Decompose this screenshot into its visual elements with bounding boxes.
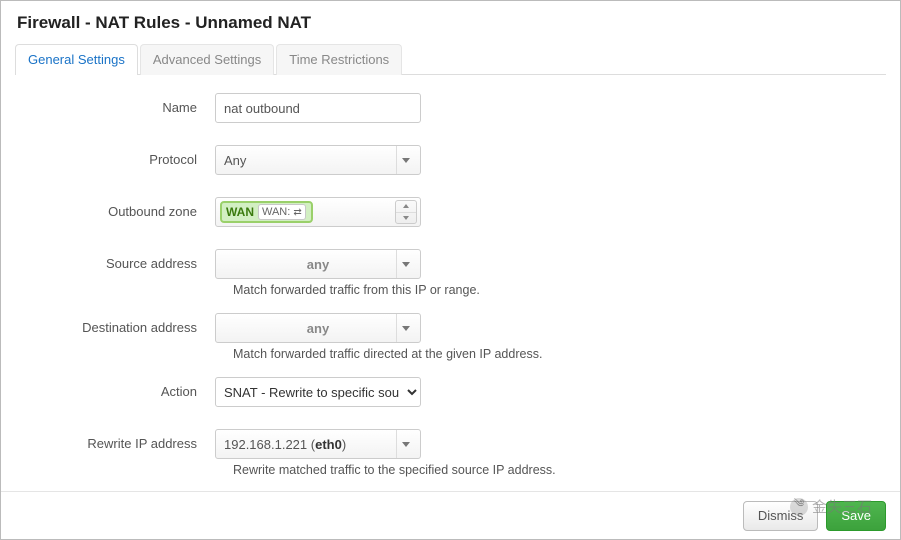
hint-destination-address: Match forwarded traffic directed at the … bbox=[233, 347, 876, 361]
page-title: Firewall - NAT Rules - Unnamed NAT bbox=[17, 13, 886, 33]
chevron-up-icon[interactable] bbox=[396, 201, 416, 213]
chevron-down-icon bbox=[396, 250, 414, 278]
rewrite-ip-value: 192.168.1.221 (eth0) bbox=[224, 437, 346, 452]
hint-source-address: Match forwarded traffic from this IP or … bbox=[233, 283, 876, 297]
label-action: Action bbox=[25, 377, 215, 399]
row-name: Name bbox=[25, 93, 876, 123]
row-outbound-zone: Outbound zone WAN WAN: ⇄ bbox=[25, 197, 876, 227]
label-source-address: Source address bbox=[25, 249, 215, 271]
source-address-select[interactable]: any bbox=[215, 249, 421, 279]
chevron-down-icon[interactable] bbox=[396, 213, 416, 224]
label-destination-address: Destination address bbox=[25, 313, 215, 335]
interface-chip: WAN: ⇄ bbox=[258, 204, 306, 220]
source-address-value: any bbox=[307, 257, 329, 272]
modal-firewall-nat: Firewall - NAT Rules - Unnamed NAT Gener… bbox=[0, 0, 901, 540]
action-select[interactable]: SNAT - Rewrite to specific source IP or … bbox=[215, 377, 421, 407]
label-name: Name bbox=[25, 93, 215, 115]
tab-bar: General Settings Advanced Settings Time … bbox=[15, 43, 886, 75]
protocol-select[interactable]: Any bbox=[215, 145, 421, 175]
tab-time-restrictions[interactable]: Time Restrictions bbox=[276, 44, 402, 75]
row-destination-address: Destination address any bbox=[25, 313, 876, 343]
button-label: Dismiss bbox=[758, 508, 804, 523]
row-action: Action SNAT - Rewrite to specific source… bbox=[25, 377, 876, 407]
button-label: Save bbox=[841, 508, 871, 523]
rewrite-ip-select[interactable]: 192.168.1.221 (eth0) bbox=[215, 429, 421, 459]
iface-label: WAN: bbox=[262, 206, 290, 218]
tab-general-settings[interactable]: General Settings bbox=[15, 44, 138, 75]
tab-label: Time Restrictions bbox=[289, 52, 389, 67]
dismiss-button[interactable]: Dismiss bbox=[743, 501, 819, 531]
destination-address-value: any bbox=[307, 321, 329, 336]
modal-footer: Dismiss Save bbox=[1, 491, 900, 539]
row-rewrite-ip: Rewrite IP address 192.168.1.221 (eth0) bbox=[25, 429, 876, 459]
form-area: Name Protocol Any Outbound zone WAN bbox=[15, 75, 886, 477]
hint-rewrite-ip: Rewrite matched traffic to the specified… bbox=[233, 463, 876, 477]
tab-label: General Settings bbox=[28, 52, 125, 67]
row-protocol: Protocol Any bbox=[25, 145, 876, 175]
outbound-zone-select[interactable]: WAN WAN: ⇄ bbox=[215, 197, 421, 227]
protocol-value: Any bbox=[224, 153, 246, 168]
label-protocol: Protocol bbox=[25, 145, 215, 167]
name-input[interactable] bbox=[215, 93, 421, 123]
save-button[interactable]: Save bbox=[826, 501, 886, 531]
destination-address-select[interactable]: any bbox=[215, 313, 421, 343]
rewrite-ip-iface: eth0 bbox=[315, 437, 342, 452]
chevron-down-icon bbox=[396, 430, 414, 458]
tab-label: Advanced Settings bbox=[153, 52, 261, 67]
interface-icon: ⇄ bbox=[293, 207, 301, 218]
chevron-down-icon bbox=[396, 146, 414, 174]
tab-advanced-settings[interactable]: Advanced Settings bbox=[140, 44, 274, 75]
zone-stepper[interactable] bbox=[395, 200, 417, 224]
zone-badge: WAN WAN: ⇄ bbox=[220, 201, 313, 223]
label-rewrite-ip: Rewrite IP address bbox=[25, 429, 215, 451]
zone-name: WAN bbox=[226, 205, 254, 219]
label-outbound-zone: Outbound zone bbox=[25, 197, 215, 219]
chevron-down-icon bbox=[396, 314, 414, 342]
rewrite-ip-address: 192.168.1.221 bbox=[224, 437, 307, 452]
row-source-address: Source address any bbox=[25, 249, 876, 279]
